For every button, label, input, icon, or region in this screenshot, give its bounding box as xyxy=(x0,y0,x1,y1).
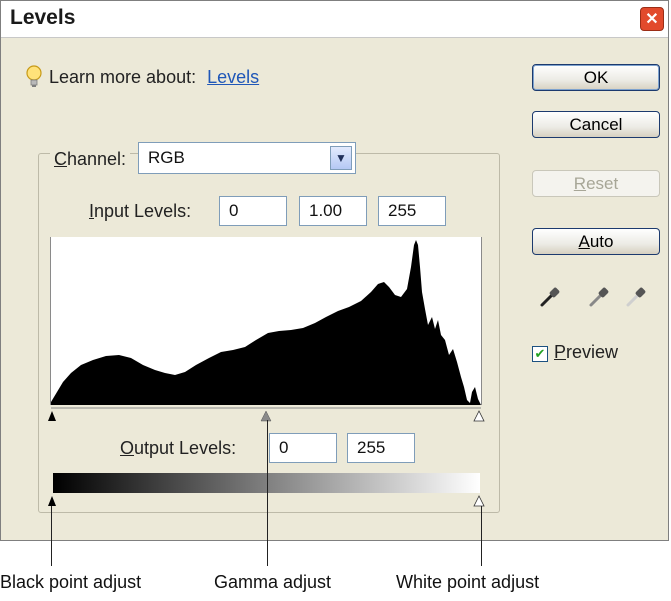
black-eyedropper-icon[interactable] xyxy=(538,285,562,309)
output-slider[interactable] xyxy=(47,494,485,510)
input-gamma-handle xyxy=(260,410,272,422)
white-point-callout: White point adjust xyxy=(396,572,540,592)
input-black-field[interactable]: 0 xyxy=(219,196,287,226)
learn-more-link[interactable]: Levels xyxy=(207,67,259,87)
output-white-point-handle xyxy=(473,495,485,507)
close-icon[interactable]: ✕ xyxy=(640,7,664,31)
cancel-button[interactable]: Cancel xyxy=(532,111,660,138)
black-point-leader xyxy=(51,506,52,566)
gamma-leader xyxy=(267,420,268,566)
output-levels-label: Output Levels: xyxy=(120,438,237,458)
channel-select[interactable]: RGB ▼ xyxy=(138,142,356,174)
chevron-down-icon[interactable]: ▼ xyxy=(330,146,352,170)
input-slider-track[interactable] xyxy=(47,406,485,426)
output-white-field[interactable]: 255 xyxy=(347,433,415,463)
black-point-callout: Black point adjust xyxy=(0,572,142,592)
gamma-callout: Gamma adjust xyxy=(214,572,332,592)
input-white-field[interactable]: 255 xyxy=(378,196,446,226)
window-title: Levels xyxy=(10,6,76,29)
output-black-point-handle xyxy=(48,496,56,506)
input-black-point-handle xyxy=(48,411,56,421)
learn-more-text: Learn more about: Levels xyxy=(49,67,259,88)
reset-button[interactable]: Reset xyxy=(532,170,660,197)
preview-label: Preview xyxy=(554,342,619,362)
learn-more-label: Learn more about: xyxy=(49,67,197,87)
histogram xyxy=(50,237,482,405)
input-levels-label: Input Levels: xyxy=(89,201,192,221)
input-white-point-handle xyxy=(473,410,485,422)
title-bar[interactable]: Levels ✕ xyxy=(1,1,668,38)
gray-eyedropper-icon[interactable] xyxy=(587,285,611,309)
ok-button[interactable]: OK xyxy=(532,64,660,91)
lightbulb-icon xyxy=(26,65,42,87)
white-point-leader xyxy=(481,506,482,566)
channel-value: RGB xyxy=(148,148,185,167)
auto-button[interactable]: Auto xyxy=(532,228,660,255)
output-black-field[interactable]: 0 xyxy=(269,433,337,463)
preview-checkbox[interactable]: ✔ xyxy=(532,346,548,362)
levels-dialog: Levels ✕ Learn more about: Levels OK Can… xyxy=(0,0,669,541)
input-slider[interactable] xyxy=(47,406,485,426)
channel-label: Channel: xyxy=(50,149,131,170)
input-gamma-field[interactable]: 1.00 xyxy=(299,196,367,226)
white-eyedropper-icon[interactable] xyxy=(624,285,648,309)
histogram-plot xyxy=(51,240,481,405)
